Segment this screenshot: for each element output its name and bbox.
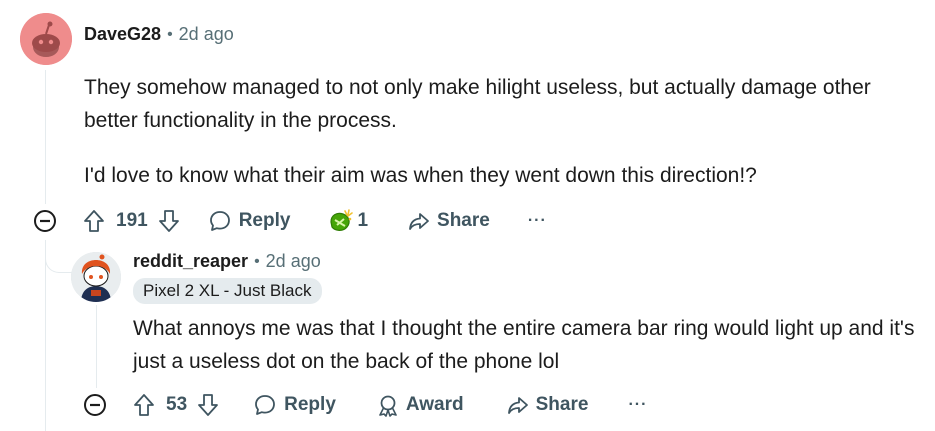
username[interactable]: reddit_reaper [133,251,248,272]
comment-bubble-icon [208,209,232,233]
downvote-icon [197,393,219,417]
thread-line [45,240,46,431]
comment-header: DaveG28 • 2d ago [84,24,234,45]
separator-dot: • [254,252,260,270]
timestamp[interactable]: 2d ago [179,24,234,45]
reply-button[interactable]: Reply [253,393,336,417]
vote-score: 191 [116,210,148,231]
upvote-icon [83,209,105,233]
more-options-icon: ··· [527,212,547,229]
comment-paragraph: What annoys me was that I thought the en… [133,317,915,373]
collapse-icon[interactable] [83,393,107,417]
comment-actions: 191 Reply 1 Share ··· [33,205,547,237]
vote-score: 53 [166,394,188,415]
share-button[interactable]: Share [506,393,589,417]
downvote-icon [158,209,180,233]
upvote-icon [133,393,155,417]
share-button[interactable]: Share [407,209,490,233]
comment-paragraph: I'd love to know what their aim was when… [84,164,757,187]
downvote-button[interactable] [158,209,180,233]
collapse-icon[interactable] [33,209,57,233]
comment-bubble-icon [253,393,277,417]
comment-paragraph: They somehow managed to not only make hi… [84,76,871,132]
username[interactable]: DaveG28 [84,24,161,45]
snoo-avatar-icon [71,252,121,302]
separator-dot: • [167,25,173,43]
user-flair: Pixel 2 XL - Just Black [133,278,322,304]
more-options-button[interactable]: ··· [528,212,547,230]
award-label: Award [405,394,464,415]
upvote-button[interactable] [83,209,105,233]
comment-body: What annoys me was that I thought the en… [133,312,923,378]
more-options-icon: ··· [628,396,648,413]
award-ribbon-icon [376,393,400,417]
reply-button[interactable]: Reply [208,209,291,233]
share-label: Share [535,394,589,415]
reply-label: Reply [284,394,336,415]
reply-label: Reply [238,210,291,231]
avatar[interactable] [20,13,72,65]
snoo-avatar-icon [20,13,72,65]
thread-line [45,70,46,204]
upvote-button[interactable] [133,393,155,417]
comment-header: reddit_reaper • 2d ago [133,251,321,272]
comment-body: They somehow managed to not only make hi… [84,71,884,192]
comment-actions: 53 Reply Award Share ··· [83,389,647,421]
share-arrow-icon [407,209,431,233]
award-button[interactable]: 1 [327,208,368,234]
award-button[interactable]: Award [376,393,464,417]
share-arrow-icon [506,393,530,417]
thread-connector [45,240,74,273]
avatar[interactable] [71,252,121,302]
thread-line [96,305,97,388]
downvote-button[interactable] [197,393,219,417]
award-icon [327,208,355,234]
timestamp[interactable]: 2d ago [266,251,321,272]
more-options-button[interactable]: ··· [628,396,647,414]
award-count: 1 [357,210,369,231]
share-label: Share [437,210,490,231]
